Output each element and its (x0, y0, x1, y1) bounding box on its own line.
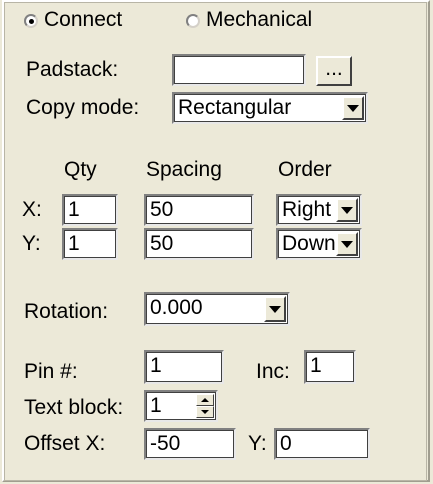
padstack-field[interactable] (172, 54, 306, 86)
arrow-up-icon (201, 398, 209, 402)
rotation-select[interactable]: 0.000 (144, 292, 290, 326)
chevron-down-icon (269, 306, 281, 313)
x-order-value: Right (282, 198, 332, 221)
inc-label: Inc: (256, 360, 290, 383)
pin-placement-panel: Connect Mechanical Padstack: ... Copy mo… (0, 0, 433, 484)
x-qty-field[interactable]: 1 (62, 194, 118, 226)
mechanical-label[interactable]: Mechanical (206, 8, 312, 32)
offset-y-label: Y: (248, 432, 267, 455)
arrow-down-icon (201, 410, 209, 414)
offset-x-label: Offset X: (24, 432, 106, 455)
y-row-label: Y: (22, 232, 41, 255)
offset-x-field[interactable]: -50 (144, 428, 236, 460)
y-order-select[interactable]: Down (276, 228, 362, 260)
padstack-browse-button[interactable]: ... (316, 56, 352, 86)
copy-mode-dropdown-button[interactable] (342, 96, 364, 120)
chevron-down-icon (341, 241, 353, 248)
qty-header: Qty (64, 158, 97, 181)
pin-number-field[interactable]: 1 (144, 350, 224, 384)
spin-up-button[interactable] (196, 394, 214, 406)
text-block-value: 1 (150, 394, 162, 417)
y-qty-field[interactable]: 1 (62, 228, 118, 260)
copy-mode-value: Rectangular (178, 96, 292, 119)
spin-down-button[interactable] (196, 406, 214, 418)
y-order-dropdown-button[interactable] (336, 232, 358, 256)
x-spacing-field[interactable]: 50 (144, 194, 254, 226)
y-order-value: Down (282, 232, 336, 255)
connect-radio-dot (29, 19, 34, 24)
rotation-label: Rotation: (24, 300, 109, 323)
x-order-dropdown-button[interactable] (336, 198, 358, 222)
copy-mode-label: Copy mode: (26, 96, 140, 119)
x-row-label: X: (22, 198, 42, 221)
rotation-value: 0.000 (150, 296, 203, 319)
text-block-label: Text block: (24, 396, 124, 419)
order-header: Order (278, 158, 332, 181)
x-order-select[interactable]: Right (276, 194, 362, 226)
rotation-dropdown-button[interactable] (264, 296, 286, 322)
text-block-spin (196, 394, 214, 418)
pin-number-label: Pin #: (24, 360, 78, 383)
inc-field[interactable]: 1 (304, 350, 356, 384)
y-spacing-field[interactable]: 50 (144, 228, 254, 260)
offset-y-field[interactable]: 0 (274, 428, 370, 460)
mechanical-radio[interactable] (186, 14, 200, 28)
chevron-down-icon (347, 105, 359, 112)
connect-label[interactable]: Connect (44, 8, 122, 32)
spacing-header: Spacing (146, 158, 222, 181)
connect-radio[interactable] (24, 14, 38, 28)
text-block-stepper[interactable]: 1 (144, 390, 218, 422)
padstack-label: Padstack: (26, 58, 119, 81)
chevron-down-icon (341, 207, 353, 214)
copy-mode-select[interactable]: Rectangular (172, 92, 368, 124)
